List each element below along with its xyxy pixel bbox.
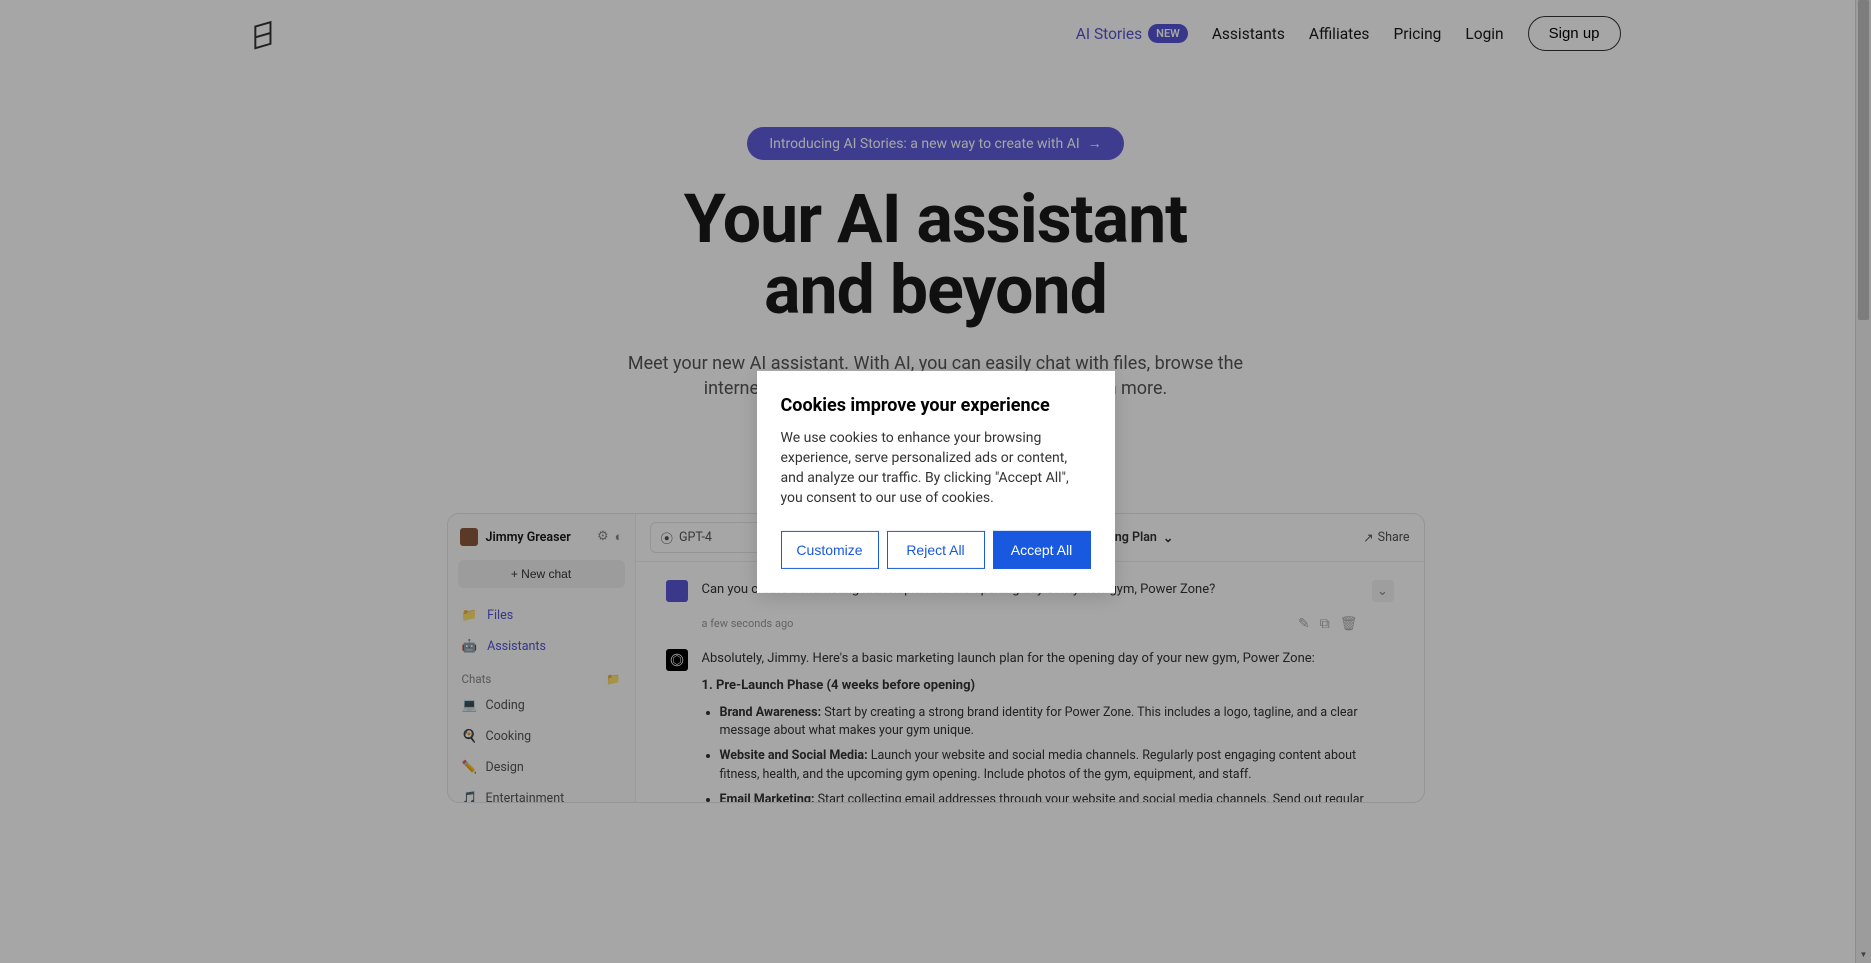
cookie-title: Cookies improve your experience (781, 394, 1091, 415)
cookie-accept-button[interactable]: Accept All (993, 531, 1091, 569)
cookie-modal: Cookies improve your experience We use c… (757, 370, 1115, 592)
cookie-body: We use cookies to enhance your browsing … (781, 427, 1091, 508)
cookie-customize-button[interactable]: Customize (781, 531, 879, 569)
cookie-reject-button[interactable]: Reject All (887, 531, 985, 569)
